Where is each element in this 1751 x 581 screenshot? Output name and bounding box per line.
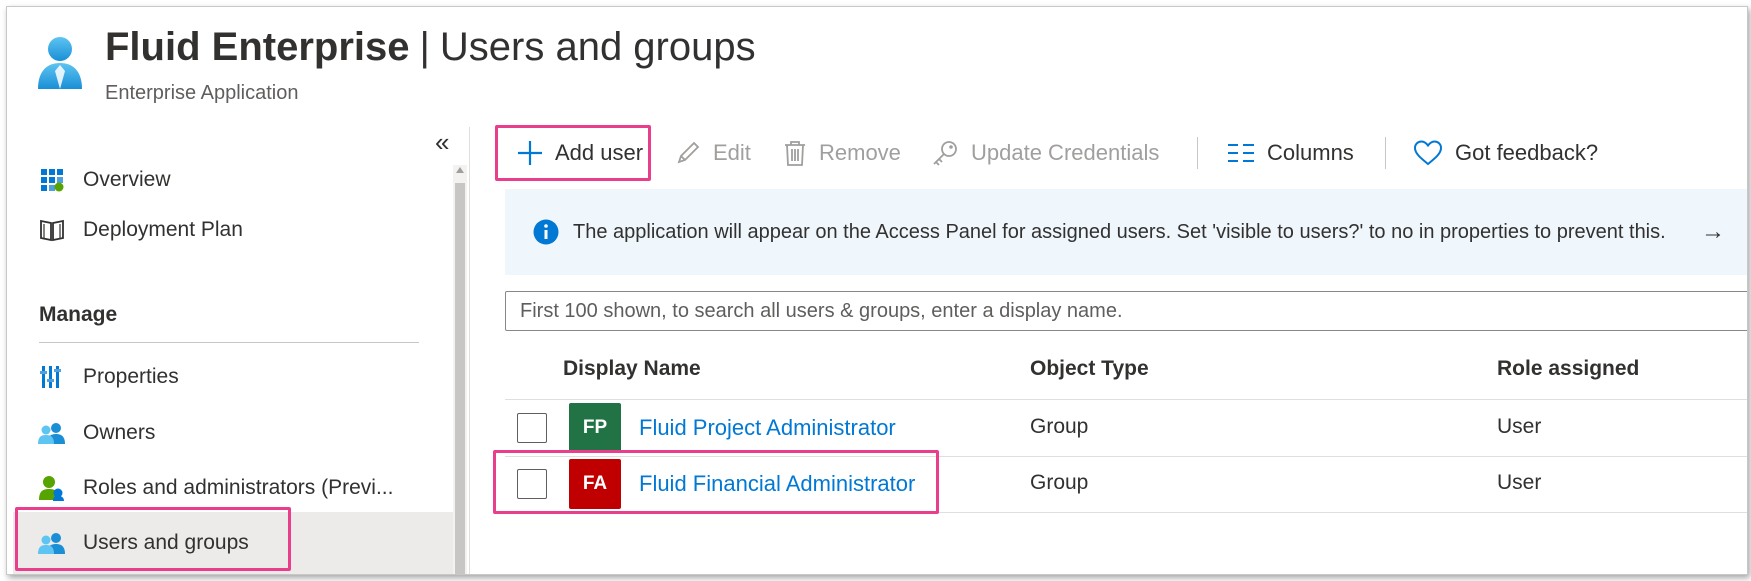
toolbar-separator <box>1385 137 1386 169</box>
trash-icon <box>785 141 805 166</box>
columns-label: Columns <box>1267 140 1354 165</box>
sidebar-item-label: Deployment Plan <box>83 218 243 241</box>
sidebar-section-manage: Manage <box>39 303 118 326</box>
avatar: FA <box>569 459 621 509</box>
user-icon <box>38 37 82 89</box>
columns-button[interactable]: Columns <box>1227 131 1354 175</box>
feedback-label: Got feedback? <box>1455 140 1599 165</box>
feedback-button[interactable]: Got feedback? <box>1413 131 1598 175</box>
table-row[interactable]: FP Fluid Project Administrator Group Use… <box>505 400 1747 457</box>
page-subtitle: Enterprise Application <box>105 82 299 104</box>
heart-icon <box>1413 140 1443 166</box>
sidebar-item-label: Users and groups <box>83 531 249 554</box>
remove-label: Remove <box>819 140 901 165</box>
object-type-cell: Group <box>1030 471 1089 494</box>
sidebar-item-users-and-groups[interactable]: Users and groups <box>37 520 249 566</box>
toolbar-separator <box>1197 137 1198 169</box>
table-row[interactable]: FA Fluid Financial Administrator Group U… <box>505 456 1747 513</box>
display-name-link[interactable]: Fluid Project Administrator <box>639 415 896 441</box>
update-credentials-button[interactable]: Update Credentials <box>931 131 1159 175</box>
page-title: Fluid Enterprise | Users and groups <box>105 25 756 70</box>
info-icon <box>533 219 559 245</box>
sidebar-item-label: Properties <box>83 365 179 388</box>
sidebar-item-label: Owners <box>83 421 156 444</box>
plus-icon <box>518 141 542 165</box>
sidebar-item-deployment-plan[interactable]: Deployment Plan <box>37 207 243 253</box>
sidebar-item-properties[interactable]: Properties <box>37 354 179 400</box>
properties-icon <box>37 362 67 392</box>
column-header-object-type[interactable]: Object Type <box>1030 357 1149 381</box>
sidebar-item-roles-and-administrators[interactable]: Roles and administrators (Previ... <box>37 465 393 511</box>
search-input[interactable] <box>505 291 1747 331</box>
collapse-sidebar-button[interactable]: « <box>435 127 449 158</box>
sidebar-item-overview[interactable]: Overview <box>37 157 171 203</box>
users-groups-icon <box>37 528 67 558</box>
columns-icon <box>1228 144 1254 162</box>
scrollbar-thumb[interactable] <box>455 183 465 574</box>
row-checkbox[interactable] <box>517 413 547 443</box>
update-credentials-label: Update Credentials <box>971 140 1160 165</box>
scroll-up-arrow[interactable] <box>456 167 464 173</box>
avatar: FP <box>569 403 621 453</box>
key-icon <box>933 141 957 166</box>
roles-icon <box>37 473 67 503</box>
display-name-link[interactable]: Fluid Financial Administrator <box>639 471 915 497</box>
owners-icon <box>37 418 67 448</box>
edit-button[interactable]: Edit <box>675 131 751 175</box>
role-cell: User <box>1497 471 1542 494</box>
sidebar-item-owners[interactable]: Owners <box>37 410 155 456</box>
pencil-icon <box>677 141 700 164</box>
title-separator: | <box>419 25 430 69</box>
app-window: Fluid Enterprise | Users and groups Enterp… <box>6 6 1748 575</box>
section-title: Users and groups <box>439 25 756 69</box>
column-header-display-name[interactable]: Display Name <box>563 357 701 381</box>
app-name: Fluid Enterprise <box>105 25 410 69</box>
sidebar-item-label: Overview <box>83 168 171 191</box>
sidebar-scrollbar[interactable] <box>453 165 467 574</box>
banner-message: The application will appear on the Acces… <box>573 220 1666 243</box>
sidebar-border <box>469 127 470 574</box>
banner-arrow-icon[interactable]: → <box>1701 218 1725 246</box>
object-type-cell: Group <box>1030 415 1089 438</box>
remove-button[interactable]: Remove <box>783 131 901 175</box>
book-icon <box>37 215 67 245</box>
column-header-role-assigned[interactable]: Role assigned <box>1497 357 1639 381</box>
add-user-button[interactable]: Add user <box>517 131 643 175</box>
grid-icon <box>37 165 67 195</box>
role-cell: User <box>1497 415 1542 438</box>
edit-label: Edit <box>713 140 751 165</box>
sidebar-item-label: Roles and administrators (Previ... <box>83 476 394 499</box>
add-user-label: Add user <box>555 140 644 165</box>
sidebar-divider <box>39 342 419 343</box>
info-banner: The application will appear on the Acces… <box>505 189 1747 275</box>
row-checkbox[interactable] <box>517 469 547 499</box>
